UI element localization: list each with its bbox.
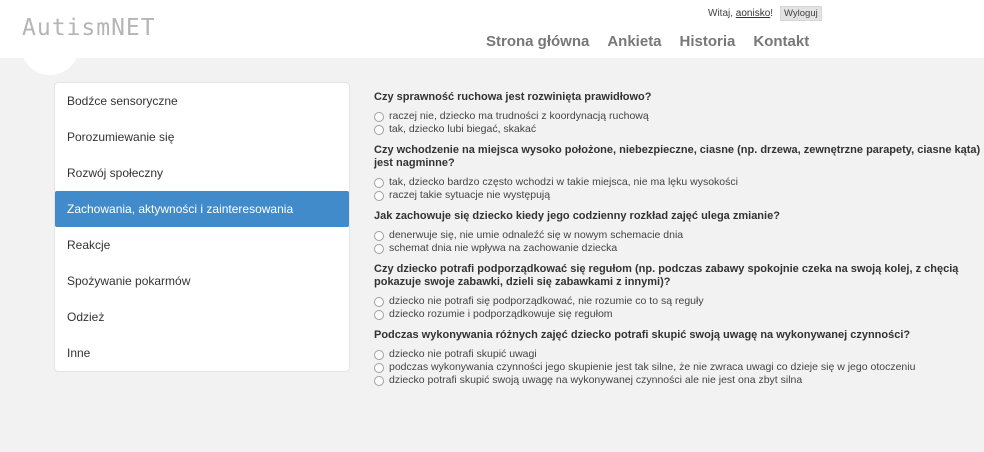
question-text: Podczas wykonywania różnych zajęć dzieck…	[374, 329, 911, 341]
answer-group: tak, dziecko bardzo często wchodzi w tak…	[374, 176, 984, 202]
answer-option[interactable]: dziecko potrafi skupić swoją uwagę na wy…	[374, 374, 984, 387]
sidebar-item-behaviour[interactable]: Zachowania, aktywności i zainteresowania	[55, 191, 349, 227]
answer-label: raczej nie, dziecko ma trudności z koord…	[389, 110, 649, 122]
logout-button[interactable]: Wyloguj	[780, 6, 822, 21]
radio-button[interactable]	[374, 190, 384, 201]
question-text: Jak zachowuje się dziecko kiedy jego cod…	[374, 210, 780, 222]
question-text: Czy wchodzenie na miejsca wysoko położon…	[374, 144, 981, 169]
answer-option[interactable]: tak, dziecko lubi biegać, skakać	[374, 123, 984, 136]
answer-group: dziecko nie potrafi skupić uwagi podczas…	[374, 348, 984, 387]
radio-button[interactable]	[374, 230, 384, 241]
radio-button[interactable]	[374, 124, 384, 135]
sidebar-item-other[interactable]: Inne	[55, 335, 349, 371]
greeting-suffix: !	[770, 8, 774, 19]
site-header: AutismNET Witaj, aonisko! Wyloguj Strona…	[0, 0, 984, 75]
answer-label: dziecko rozumie i podporządkowuje się re…	[389, 308, 613, 320]
answer-label: denerwuje się, nie umie odnaleźć się w n…	[389, 229, 684, 241]
nav-contact[interactable]: Kontakt	[753, 33, 809, 50]
answer-option[interactable]: raczej nie, dziecko ma trudności z koord…	[374, 110, 984, 123]
answer-label: dziecko potrafi skupić swoją uwagę na wy…	[389, 374, 803, 386]
radio-button[interactable]	[374, 243, 384, 254]
greeting-prefix: Witaj,	[708, 8, 733, 19]
survey-questions: Czy sprawność ruchowa jest rozwinięta pr…	[374, 91, 984, 395]
sidebar-item-social[interactable]: Rozwój społeczny	[55, 155, 349, 191]
sidebar-item-eating[interactable]: Spożywanie pokarmów	[55, 263, 349, 299]
radio-button[interactable]	[374, 296, 384, 307]
question-text: Czy dziecko potrafi podporządkować się r…	[374, 263, 959, 288]
answer-option[interactable]: podczas wykonywania czynności jego skupi…	[374, 361, 984, 374]
radio-button[interactable]	[374, 177, 384, 188]
answer-group: dziecko nie potrafi się podporządkować, …	[374, 295, 984, 321]
answer-label: dziecko nie potrafi skupić uwagi	[389, 348, 537, 360]
site-logo[interactable]: AutismNET	[22, 15, 156, 41]
answer-label: schemat dnia nie wpływa na zachowanie dz…	[389, 242, 618, 254]
sidebar-item-sensory[interactable]: Bodźce sensoryczne	[55, 83, 349, 119]
nav-home[interactable]: Strona główna	[486, 33, 589, 50]
radio-button[interactable]	[374, 349, 384, 360]
radio-button[interactable]	[374, 375, 384, 386]
main-nav: Strona główna Ankieta Historia Kontakt	[486, 33, 827, 50]
nav-history[interactable]: Historia	[680, 33, 736, 50]
username-link[interactable]: aonisko	[736, 8, 770, 19]
answer-option[interactable]: tak, dziecko bardzo często wchodzi w tak…	[374, 176, 984, 189]
radio-button[interactable]	[374, 362, 384, 373]
radio-button[interactable]	[374, 309, 384, 320]
nav-survey[interactable]: Ankieta	[607, 33, 661, 50]
category-sidebar: Bodźce sensoryczne Porozumiewanie się Ro…	[54, 82, 350, 372]
answer-label: raczej takie sytuacje nie występują	[389, 189, 551, 201]
question-text: Czy sprawność ruchowa jest rozwinięta pr…	[374, 91, 652, 103]
answer-option[interactable]: dziecko nie potrafi skupić uwagi	[374, 348, 984, 361]
radio-button[interactable]	[374, 111, 384, 122]
answer-group: denerwuje się, nie umie odnaleźć się w n…	[374, 229, 984, 255]
answer-label: tak, dziecko lubi biegać, skakać	[389, 123, 537, 135]
answer-option[interactable]: denerwuje się, nie umie odnaleźć się w n…	[374, 229, 984, 242]
answer-option[interactable]: schemat dnia nie wpływa na zachowanie dz…	[374, 242, 984, 255]
answer-group: raczej nie, dziecko ma trudności z koord…	[374, 110, 984, 136]
sidebar-item-reactions[interactable]: Reakcje	[55, 227, 349, 263]
sidebar-item-clothing[interactable]: Odzież	[55, 299, 349, 335]
sidebar-item-communication[interactable]: Porozumiewanie się	[55, 119, 349, 155]
answer-option[interactable]: dziecko nie potrafi się podporządkować, …	[374, 295, 984, 308]
user-bar: Witaj, aonisko! Wyloguj	[708, 6, 822, 21]
answer-label: podczas wykonywania czynności jego skupi…	[389, 361, 916, 373]
answer-label: dziecko nie potrafi się podporządkować, …	[389, 295, 704, 307]
answer-label: tak, dziecko bardzo często wchodzi w tak…	[389, 176, 738, 188]
logo-tab	[21, 40, 79, 75]
answer-option[interactable]: raczej takie sytuacje nie występują	[374, 189, 984, 202]
answer-option[interactable]: dziecko rozumie i podporządkowuje się re…	[374, 308, 984, 321]
